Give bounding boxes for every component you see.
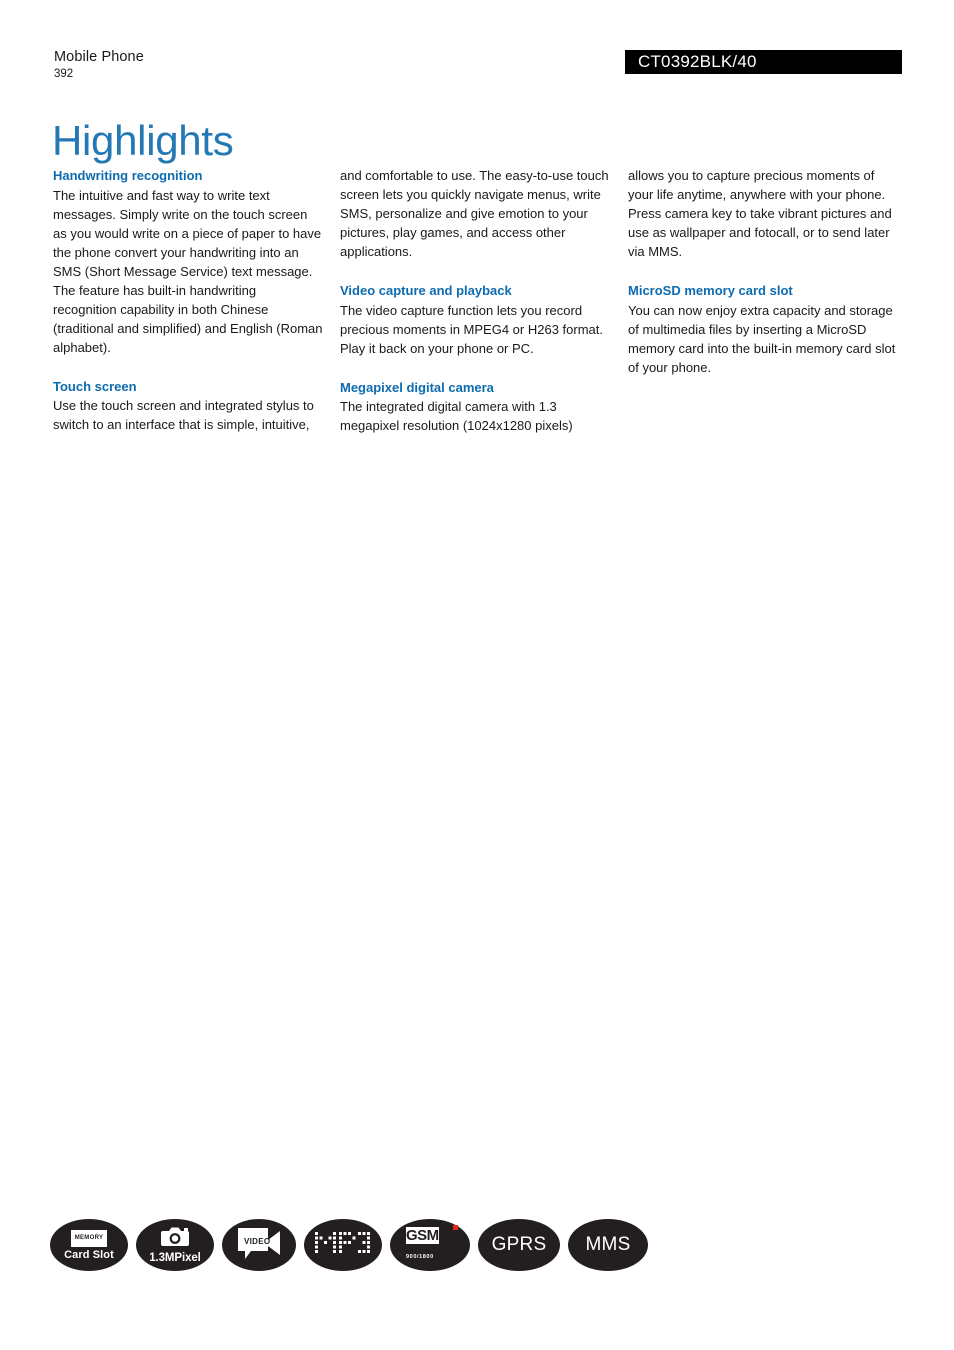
section-body: Use the touch screen and integrated styl…: [53, 398, 314, 433]
section-handwriting-recognition: Handwriting recognition The intuitive an…: [53, 167, 323, 358]
column-continuation-text: and comfortable to use. The easy-to-use …: [340, 168, 609, 259]
badge-video: VIDEO: [222, 1219, 296, 1271]
section-megapixel-digital-camera: Megapixel digital camera The integrated …: [340, 379, 613, 437]
section-heading: Handwriting recognition: [53, 168, 203, 183]
page-header: Mobile Phone 392 CT0392BLK/40: [0, 48, 954, 88]
section-heading: Touch screen: [53, 378, 137, 394]
badge-label: GSM: [406, 1227, 439, 1244]
page-title: Highlights: [52, 117, 234, 165]
badge-memory-card-slot: MEMORY Card Slot: [50, 1219, 128, 1271]
feature-badge-row: MEMORY Card Slot 1.3MPixel VIDEO GSM 900…: [50, 1219, 648, 1271]
section-heading: Megapixel digital camera: [340, 379, 494, 395]
content-columns: Handwriting recognition The intuitive an…: [0, 167, 954, 436]
badge-label: 1.3MPixel: [149, 1251, 201, 1264]
badge-mp3: [304, 1219, 382, 1271]
section-heading: MicroSD memory card slot: [628, 282, 793, 298]
section-heading: Video capture and playback: [340, 282, 512, 298]
camera-icon: [161, 1227, 189, 1251]
badge-camera: 1.3MPixel: [136, 1219, 214, 1271]
section-body: The intuitive and fast way to write text…: [53, 187, 323, 355]
badge-label: Card Slot: [64, 1248, 114, 1261]
section-body: You can now enjoy extra capacity and sto…: [628, 302, 896, 375]
section-touch-screen: Touch screen Use the touch screen and in…: [53, 378, 323, 436]
column-continuation-text: allows you to capture precious moments o…: [628, 168, 892, 259]
camcorder-icon: VIDEO: [235, 1226, 283, 1265]
memory-chip-icon: MEMORY: [71, 1229, 107, 1247]
section-body: The integrated digital camera with 1.3 m…: [340, 399, 573, 434]
badge-label: MMS: [585, 1234, 631, 1255]
section-video-capture-and-playback: Video capture and playback The video cap…: [340, 282, 613, 359]
section-body: The video capture function lets you reco…: [340, 302, 603, 356]
badge-label: GPRS: [491, 1234, 547, 1255]
badge-gsm: GSM 900/1800: [390, 1219, 470, 1271]
gsm-logo-icon: GSM 900/1800: [406, 1225, 458, 1263]
gsm-accent-dot: [453, 1225, 458, 1230]
badge-mms: MMS: [568, 1219, 648, 1271]
page-number: 392: [54, 68, 74, 81]
section-microsd-memory-card-slot: MicroSD memory card slot You can now enj…: [628, 282, 903, 378]
brand-line: Mobile Phone 392: [54, 48, 144, 82]
text-column-3: allows you to capture precious moments o…: [628, 167, 903, 436]
product-code: CT0392BLK/40: [638, 52, 757, 71]
text-column-1: Handwriting recognition The intuitive an…: [53, 167, 323, 436]
product-category: Mobile Phone: [54, 49, 144, 65]
text-column-2: and comfortable to use. The easy-to-use …: [340, 167, 613, 436]
product-code-bar: CT0392BLK/40: [625, 50, 902, 74]
gsm-band-label: 900/1800: [406, 1254, 434, 1260]
mp3-dotmatrix-icon: [315, 1231, 371, 1259]
badge-gprs: GPRS: [478, 1219, 560, 1271]
badge-label: VIDEO: [244, 1236, 271, 1246]
